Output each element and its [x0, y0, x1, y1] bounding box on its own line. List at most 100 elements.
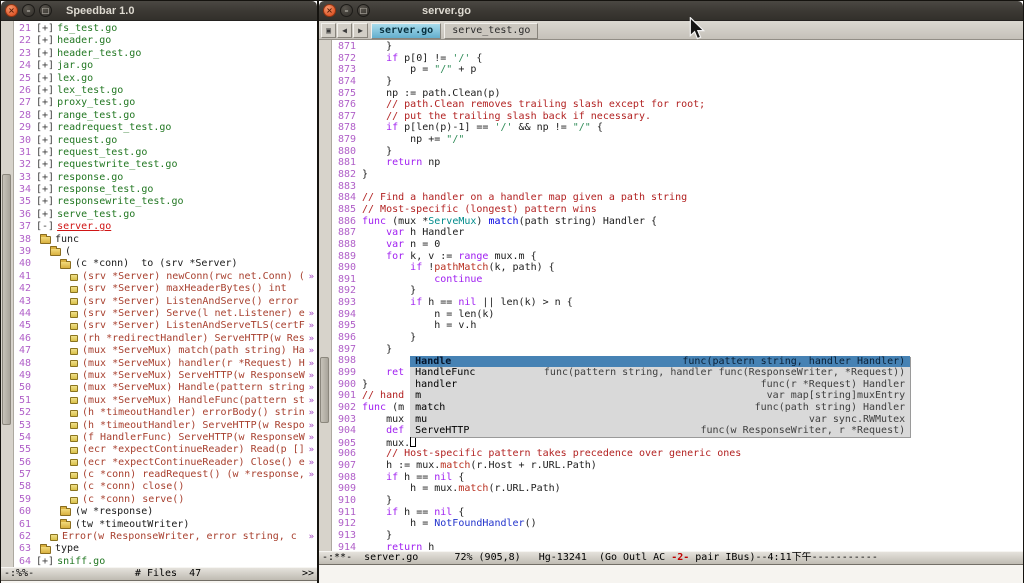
speedbar-row[interactable]: 21[+]fs_test.go: [14, 23, 316, 35]
completion-item[interactable]: muvar sync.RWMutex: [410, 414, 910, 426]
file-name[interactable]: readrequest_test.go: [57, 122, 171, 134]
code-line[interactable]: 896 }: [332, 332, 1023, 344]
tag-label[interactable]: (f HandlerFunc) ServeHTTP(w ResponseW: [82, 432, 305, 444]
speedbar-scroll-right-button[interactable]: >>: [302, 568, 314, 580]
speedbar-row[interactable]: 44(srv *Server) Serve(l net.Listener) e»: [14, 308, 316, 320]
close-icon[interactable]: ×: [5, 4, 18, 17]
speedbar-row[interactable]: 29[+]readrequest_test.go: [14, 122, 316, 134]
speedbar-row[interactable]: 22[+]header.go: [14, 35, 316, 47]
tag-label[interactable]: (mux *ServeMux) match(path string) Ha: [82, 345, 305, 357]
completion-item[interactable]: handlerfunc(r *Request) Handler: [410, 379, 910, 391]
expand-toggle-button[interactable]: [+]: [36, 122, 54, 134]
completion-item[interactable]: matchfunc(path string) Handler: [410, 402, 910, 414]
code-line[interactable]: 871 }: [332, 41, 1023, 53]
speedbar-row[interactable]: 39(: [14, 246, 316, 258]
file-name[interactable]: lex.go: [57, 73, 93, 85]
speedbar-row[interactable]: 32[+]requestwrite_test.go: [14, 159, 316, 171]
speedbar-row[interactable]: 33[+]response.go: [14, 172, 316, 184]
tag-label[interactable]: (mux *ServeMux) HandleFunc(pattern st: [82, 395, 305, 407]
code-line[interactable]: 879 np += "/": [332, 134, 1023, 146]
code-line[interactable]: 914 return h: [332, 542, 1023, 551]
code-line[interactable]: 913 }: [332, 530, 1023, 542]
speedbar-row[interactable]: 53(h *timeoutHandler) ServeHTTP(w Respo»: [14, 420, 316, 432]
completion-item[interactable]: Handlefunc(pattern string, handler Handl…: [410, 356, 910, 368]
tag-label[interactable]: (srv *Server) maxHeaderBytes() int: [82, 283, 287, 295]
tab-serve_test.go[interactable]: serve_test.go: [444, 23, 538, 39]
tag-label[interactable]: (mux *ServeMux) ServeHTTP(w ResponseW: [82, 370, 305, 382]
expand-toggle-button[interactable]: [+]: [36, 23, 54, 35]
speedbar-row[interactable]: 43(srv *Server) ListenAndServe() error: [14, 296, 316, 308]
file-name[interactable]: sniff.go: [57, 556, 105, 567]
code-line[interactable]: 905 mux.: [332, 437, 1023, 449]
completion-item[interactable]: HandleFuncfunc(pattern string, handler f…: [410, 367, 910, 379]
code-line[interactable]: 880 }: [332, 146, 1023, 158]
speedbar-row[interactable]: 61(tw *timeoutWriter): [14, 519, 316, 531]
speedbar-row[interactable]: 60(w *response): [14, 506, 316, 518]
code-line[interactable]: 893 if h == nil || len(k) > n {: [332, 297, 1023, 309]
expand-toggle-button[interactable]: [-]: [36, 221, 54, 233]
expand-toggle-button[interactable]: [+]: [36, 85, 54, 97]
expand-toggle-button[interactable]: [+]: [36, 147, 54, 159]
speedbar-row[interactable]: 63type: [14, 543, 316, 555]
expand-toggle-button[interactable]: [+]: [36, 196, 54, 208]
speedbar-row[interactable]: 59(c *conn) serve(): [14, 494, 316, 506]
file-name[interactable]: jar.go: [57, 60, 93, 72]
speedbar-row[interactable]: 37[-]server.go: [14, 221, 316, 233]
speedbar-row[interactable]: 35[+]responsewrite_test.go: [14, 196, 316, 208]
tag-label[interactable]: (mux *ServeMux) handler(r *Request) H: [82, 358, 305, 370]
speedbar-row[interactable]: 48(mux *ServeMux) handler(r *Request) H»: [14, 358, 316, 370]
maximize-icon[interactable]: □: [39, 4, 52, 17]
code-line[interactable]: 892 }: [332, 285, 1023, 297]
tabbar-scroll-right-icon[interactable]: ▶: [353, 23, 368, 38]
code-line[interactable]: 894 n = len(k): [332, 309, 1023, 321]
code-line[interactable]: 877 // put the trailing slash back if ne…: [332, 111, 1023, 123]
tag-label[interactable]: (tw *timeoutWriter): [75, 519, 189, 531]
completion-item[interactable]: ServeHTTPfunc(w ResponseWriter, r *Reque…: [410, 425, 910, 437]
file-name[interactable]: response_test.go: [57, 184, 153, 196]
expand-toggle-button[interactable]: [+]: [36, 110, 54, 122]
speedbar-row[interactable]: 58(c *conn) close(): [14, 481, 316, 493]
tag-label[interactable]: (: [65, 246, 71, 258]
file-name[interactable]: proxy_test.go: [57, 97, 135, 109]
speedbar-row[interactable]: 56(ecr *expectContinueReader) Close() e»: [14, 457, 316, 469]
expand-toggle-button[interactable]: [+]: [36, 135, 54, 147]
tag-label[interactable]: (srv *Server) ListenAndServe() error: [82, 296, 299, 308]
minimize-icon[interactable]: –: [340, 4, 353, 17]
speedbar-scrollbar-thumb[interactable]: [2, 174, 11, 425]
speedbar-row[interactable]: 24[+]jar.go: [14, 60, 316, 72]
speedbar-row[interactable]: 45(srv *Server) ListenAndServeTLS(certF»: [14, 320, 316, 332]
code-line[interactable]: 885// Most-specific (longest) pattern wi…: [332, 204, 1023, 216]
file-name[interactable]: fs_test.go: [57, 23, 117, 35]
code-line[interactable]: 872 if p[0] != '/' {: [332, 53, 1023, 65]
code-line[interactable]: 878 if p[len(p)-1] == '/' && np != "/" {: [332, 122, 1023, 134]
expand-toggle-button[interactable]: [+]: [36, 556, 54, 567]
code-line[interactable]: 884// Find a handler on a handler map gi…: [332, 192, 1023, 204]
file-name[interactable]: requestwrite_test.go: [57, 159, 177, 171]
expand-toggle-button[interactable]: [+]: [36, 209, 54, 221]
expand-toggle-button[interactable]: [+]: [36, 97, 54, 109]
tag-label[interactable]: Error(w ResponseWriter, error string, c: [62, 531, 297, 543]
tag-label[interactable]: (srv *Server) Serve(l net.Listener) e: [82, 308, 305, 320]
expand-toggle-button[interactable]: [+]: [36, 60, 54, 72]
speedbar-row[interactable]: 28[+]range_test.go: [14, 110, 316, 122]
speedbar-row[interactable]: 62Error(w ResponseWriter, error string, …: [14, 531, 316, 543]
code-line[interactable]: 906 // Host-specific pattern takes prece…: [332, 448, 1023, 460]
speedbar-row[interactable]: 42(srv *Server) maxHeaderBytes() int: [14, 283, 316, 295]
code-line[interactable]: 873 p = "/" + p: [332, 64, 1023, 76]
speedbar-row[interactable]: 49(mux *ServeMux) ServeHTTP(w ResponseW»: [14, 370, 316, 382]
speedbar-row[interactable]: 55(ecr *expectContinueReader) Read(p []»: [14, 444, 316, 456]
speedbar-row[interactable]: 30[+]request.go: [14, 135, 316, 147]
speedbar-file-tree[interactable]: 21[+]fs_test.go22[+]header.go23[+]header…: [14, 23, 316, 567]
code-line[interactable]: 876 // path.Clean removes trailing slash…: [332, 99, 1023, 111]
speedbar-row[interactable]: 26[+]lex_test.go: [14, 85, 316, 97]
speedbar-row[interactable]: 64[+]sniff.go: [14, 556, 316, 567]
speedbar-row[interactable]: 47(mux *ServeMux) match(path string) Ha»: [14, 345, 316, 357]
expand-toggle-button[interactable]: [+]: [36, 184, 54, 196]
tag-label[interactable]: (mux *ServeMux) Handle(pattern string: [82, 382, 305, 394]
expand-toggle-button[interactable]: [+]: [36, 159, 54, 171]
tab-server.go[interactable]: server.go: [371, 23, 441, 39]
speedbar-row[interactable]: 52(h *timeoutHandler) errorBody() strin»: [14, 407, 316, 419]
speedbar-row[interactable]: 41(srv *Server) newConn(rwc net.Conn) (»: [14, 271, 316, 283]
code-line[interactable]: 888 var n = 0: [332, 239, 1023, 251]
expand-toggle-button[interactable]: [+]: [36, 172, 54, 184]
